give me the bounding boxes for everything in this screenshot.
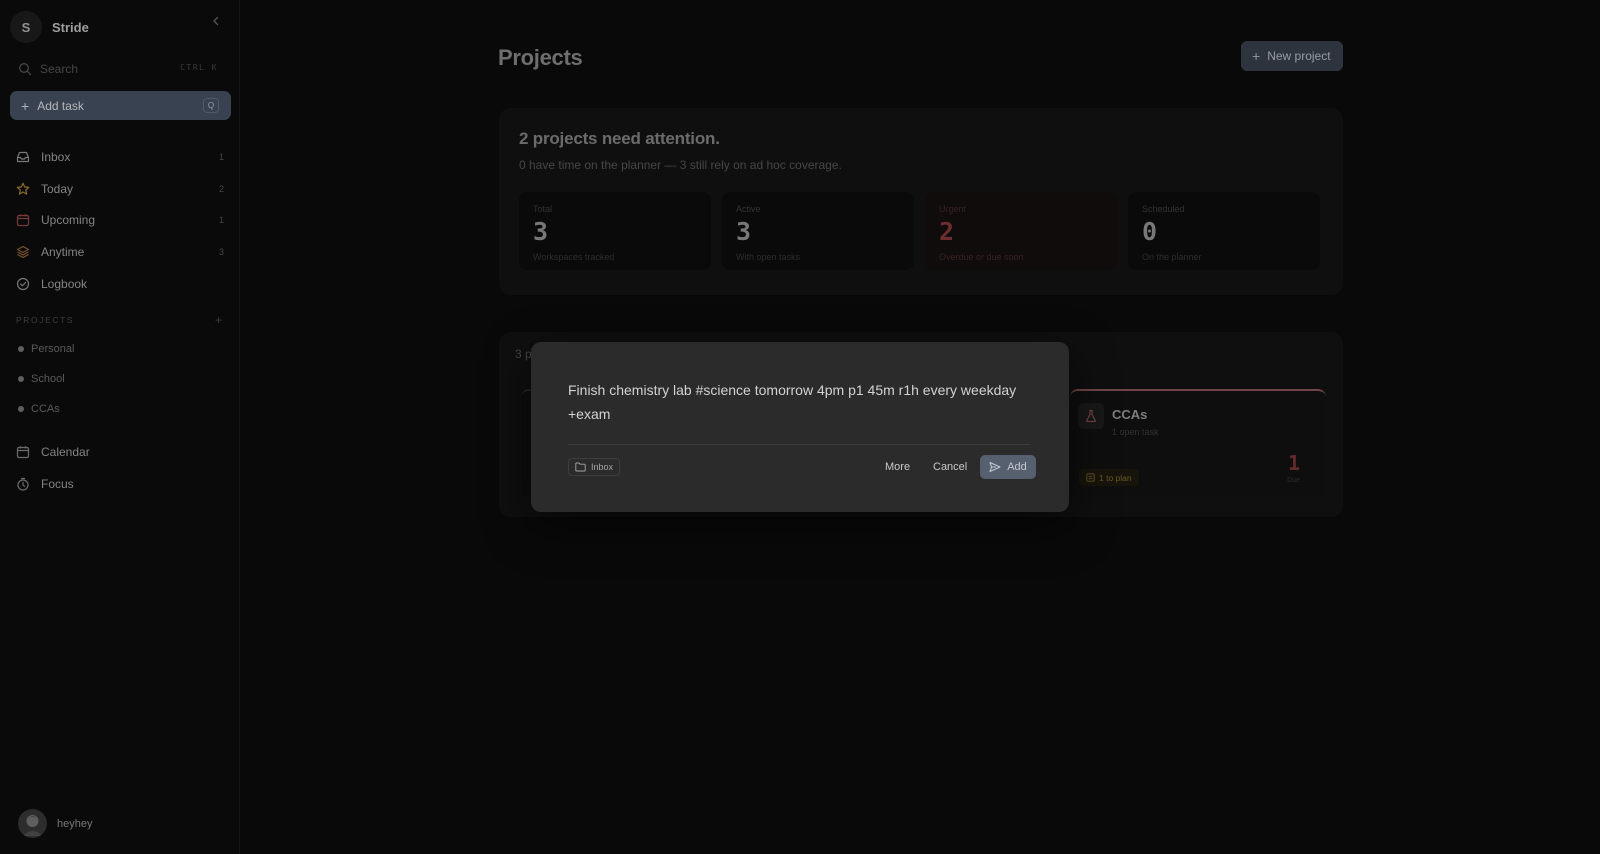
sidebar-item-count: 2 [218,184,224,194]
search-label: Search [40,62,79,76]
search-icon [19,63,32,76]
workspace-switcher[interactable]: S Stride [10,11,89,43]
user-name: heyhey [57,817,93,830]
sidebar-item-today[interactable]: Today 2 [16,178,226,200]
badge-label: 1 to plan [1099,472,1132,483]
project-selector-chip[interactable]: Inbox [568,458,621,476]
sidebar-project-school[interactable]: School [18,371,65,387]
sidebar-item-inbox[interactable]: Inbox 1 [16,146,226,168]
attention-summary-card: 2 projects need attention. 0 have time o… [499,108,1343,295]
stat-label: Urgent [939,204,967,214]
projects-section-header: PROJECTS + [16,313,222,327]
sidebar-item-logbook[interactable]: Logbook [16,273,226,295]
sidebar-item-label: Inbox [41,150,71,164]
sidebar-item-label: Calendar [41,445,90,459]
search-button[interactable]: Search CTRL K [10,58,230,80]
sidebar-item-anytime[interactable]: Anytime 3 [16,241,226,263]
avatar [18,809,47,838]
project-dot [18,376,24,382]
plus-icon: + [1252,48,1261,64]
cancel-button[interactable]: Cancel [933,461,967,473]
summary-subtitle: 0 have time on the planner — 3 still rel… [519,158,842,172]
stat-urgent: Urgent 2 Overdue or due soon [925,192,1117,270]
sidebar-item-label: Logbook [41,277,88,291]
timer-icon [16,477,30,491]
project-dot [18,406,24,412]
sidebar-item-label: Focus [41,477,74,491]
add-task-shortcut: Q [203,98,219,113]
stat-active: Active 3 With open tasks [722,192,914,270]
stat-caption: On the planner [1142,252,1202,262]
layers-icon [16,245,30,259]
stat-total: Total 3 Workspaces tracked [519,192,711,270]
calendar-icon [16,445,30,459]
projects-header-label: PROJECTS [16,315,75,325]
page-title: Projects [498,45,583,70]
app-name: Stride [52,19,89,35]
project-chip-label: Inbox [591,462,614,472]
check-circle-icon [16,277,30,291]
add-button[interactable]: Add [980,455,1036,479]
send-icon [989,461,1001,473]
sidebar-project-label: CCAs [31,403,60,415]
project-card-subtitle: 1 open task [1112,427,1159,437]
sidebar-item-calendar[interactable]: Calendar [16,441,226,463]
list-icon [1086,473,1095,482]
add-button-label: Add [1007,461,1027,473]
more-button[interactable]: More [885,461,910,473]
sidebar-item-focus[interactable]: Focus [16,473,226,495]
collapse-sidebar-button[interactable] [210,14,224,30]
chevron-left-icon [213,16,219,26]
stat-label: Active [736,204,761,214]
calendar-icon [16,213,30,227]
add-task-button[interactable]: + Add task Q [10,91,231,120]
summary-title: 2 projects need attention. [519,129,720,148]
project-card-due-count: 1 [1287,451,1300,475]
inbox-icon [16,150,30,164]
sidebar-item-label: Upcoming [41,213,96,227]
plus-icon: + [21,97,30,114]
project-card-ccas[interactable]: CCAs 1 open task 1 to plan 1 Due [1070,389,1326,497]
add-task-label: Add task [37,98,84,113]
project-card-due-caption: Due [1287,477,1300,484]
projects-count-label: 3 p [515,347,532,361]
sidebar-item-label: Today [41,182,74,196]
sidebar: S Stride Search CTRL K + Add task Q Inbo… [0,0,240,854]
sidebar-project-label: School [31,373,65,385]
flask-icon [1078,403,1104,429]
quick-add-dialog: Finish chemistry lab #science tomorrow 4… [531,342,1069,512]
to-plan-badge: 1 to plan [1079,469,1139,486]
sidebar-item-count: 1 [218,152,224,162]
stat-label: Total [533,204,553,214]
sidebar-project-personal[interactable]: Personal [18,341,74,357]
sidebar-project-ccas[interactable]: CCAs [18,401,60,417]
task-input[interactable]: Finish chemistry lab #science tomorrow 4… [568,378,1028,426]
sidebar-item-label: Anytime [41,245,85,259]
stat-value: 2 [939,217,955,246]
stat-value: 3 [533,217,549,246]
search-shortcut: CTRL K [180,63,218,72]
divider [568,444,1030,445]
stat-caption: With open tasks [736,252,801,262]
star-icon [16,182,30,196]
new-project-label: New project [1267,49,1331,63]
project-dot [18,346,24,352]
stat-caption: Workspaces tracked [533,252,615,262]
sidebar-item-upcoming[interactable]: Upcoming 1 [16,209,226,231]
stat-label: Scheduled [1142,204,1185,214]
user-menu[interactable]: heyhey [18,809,92,838]
add-project-icon[interactable]: + [215,313,222,327]
new-project-button[interactable]: + New project [1241,41,1343,71]
sidebar-item-count: 3 [218,247,224,257]
workspace-avatar: S [10,11,42,43]
stat-value: 3 [736,217,752,246]
stat-value: 0 [1142,217,1158,246]
stat-caption: Overdue or due soon [939,252,1024,262]
stat-scheduled: Scheduled 0 On the planner [1128,192,1320,270]
sidebar-item-count: 1 [218,215,224,225]
sidebar-project-label: Personal [31,343,75,355]
folder-icon [575,462,586,472]
project-card-name: CCAs [1112,407,1148,422]
